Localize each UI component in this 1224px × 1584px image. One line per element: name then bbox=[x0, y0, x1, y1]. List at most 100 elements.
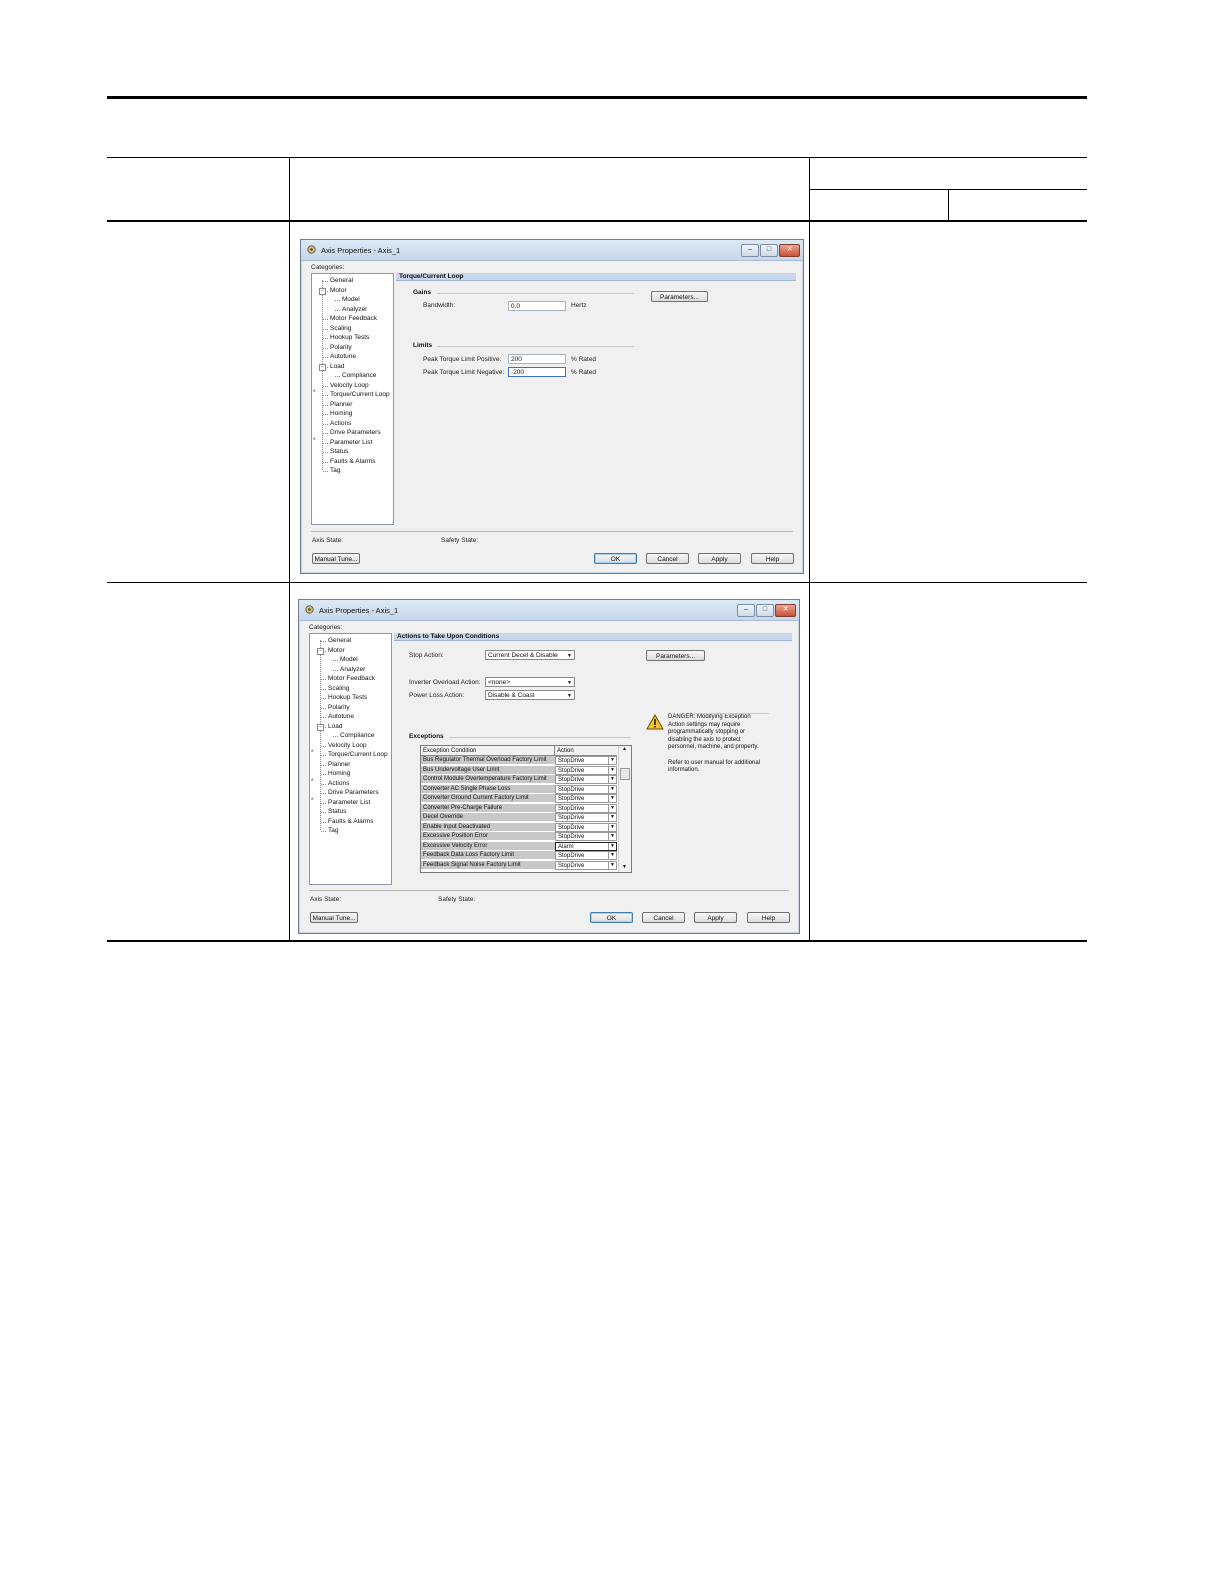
cancel-button[interactable]: Cancel bbox=[642, 912, 685, 923]
exception-action-select[interactable]: StopDrive ▼ bbox=[555, 775, 617, 784]
chevron-down-icon: ▼ bbox=[567, 653, 572, 659]
ok-button[interactable]: OK bbox=[590, 912, 633, 923]
categories-tree[interactable]: General − Motor Model Analyzer Motor Feedback… bbox=[311, 273, 394, 525]
apply-button[interactable]: Apply bbox=[694, 912, 737, 923]
exception-action-select[interactable]: StopDrive ▼ bbox=[555, 813, 617, 822]
tree-collapse-icon[interactable]: − bbox=[317, 723, 324, 731]
exceptions-table[interactable]: Exception Condition Action ▲ ▼ Bus Regul… bbox=[420, 745, 632, 873]
exception-action-value: StopDrive bbox=[558, 834, 585, 840]
tree-item[interactable]: Load bbox=[328, 723, 342, 730]
table-scrollbar[interactable]: ▲ ▼ bbox=[618, 746, 631, 872]
tree-item[interactable]: Polarity bbox=[330, 344, 352, 351]
manual-tune-button[interactable]: Manual Tune... bbox=[310, 912, 358, 923]
manual-tune-button[interactable]: Manual Tune... bbox=[312, 553, 360, 564]
tree-branch-line bbox=[323, 471, 328, 472]
exceptions-group-label: Exceptions bbox=[409, 733, 444, 740]
tree-item[interactable]: Status bbox=[328, 808, 346, 815]
tree-item[interactable]: Torque/Current Loop bbox=[328, 751, 388, 758]
tree-item[interactable]: Hookup Tests bbox=[330, 334, 369, 341]
tree-item[interactable]: Compliance bbox=[340, 732, 374, 739]
tree-item[interactable]: Motor Feedback bbox=[328, 675, 375, 682]
tree-item[interactable]: Autotune bbox=[328, 713, 354, 720]
tree-branch-line bbox=[321, 755, 326, 756]
stop-action-select[interactable]: Current Decel & Disable ▼ bbox=[485, 650, 575, 660]
maximize-button[interactable]: □ bbox=[756, 604, 774, 617]
parameters-button[interactable]: Parameters... bbox=[651, 291, 708, 302]
tree-item[interactable]: Motor Feedback bbox=[330, 315, 377, 322]
cancel-button[interactable]: Cancel bbox=[646, 553, 689, 564]
exception-action-select[interactable]: Alarm ▼ bbox=[555, 841, 617, 851]
tree-item[interactable]: Tag bbox=[330, 467, 340, 474]
tree-item[interactable]: Drive Parameters bbox=[328, 789, 379, 796]
tree-item[interactable]: Compliance bbox=[342, 372, 376, 379]
tree-item[interactable]: Homing bbox=[330, 410, 352, 417]
tree-item[interactable]: Velocity Loop bbox=[330, 382, 369, 389]
tree-item[interactable]: Planner bbox=[330, 401, 352, 408]
tree-item[interactable]: Planner bbox=[328, 761, 350, 768]
tree-collapse-icon[interactable]: − bbox=[317, 647, 324, 655]
tree-item[interactable]: Drive Parameters bbox=[330, 429, 381, 436]
exception-action-select[interactable]: StopDrive ▼ bbox=[555, 822, 617, 832]
categories-label: Categories: bbox=[309, 624, 343, 631]
exception-action-select[interactable]: StopDrive ▼ bbox=[555, 765, 617, 775]
tree-item[interactable]: Hookup Tests bbox=[328, 694, 367, 701]
peak-torque-positive-input[interactable]: 200 bbox=[508, 354, 566, 364]
tree-item[interactable]: Load bbox=[330, 363, 344, 370]
exception-action-select[interactable]: StopDrive ▼ bbox=[555, 803, 617, 813]
tree-item[interactable]: Analyzer bbox=[340, 666, 365, 673]
tree-item[interactable]: Tag bbox=[328, 827, 338, 834]
tree-item[interactable]: General bbox=[328, 637, 351, 644]
tree-item[interactable]: Scaling bbox=[330, 325, 351, 332]
tree-item[interactable]: Actions bbox=[330, 420, 351, 427]
tree-item[interactable]: Polarity bbox=[328, 704, 350, 711]
tree-item[interactable]: Analyzer bbox=[342, 306, 367, 313]
exception-action-select[interactable]: StopDrive ▼ bbox=[555, 851, 617, 860]
power-loss-select[interactable]: Disable & Coast ▼ bbox=[485, 690, 575, 700]
tree-collapse-icon[interactable]: − bbox=[319, 363, 326, 371]
section-title-bar: Actions to Take Upon Conditions bbox=[394, 633, 792, 641]
apply-button[interactable]: Apply bbox=[698, 553, 741, 564]
exception-action-select[interactable]: StopDrive ▼ bbox=[555, 860, 617, 870]
tree-item[interactable]: Homing bbox=[328, 770, 350, 777]
tree-item[interactable]: Motor bbox=[330, 287, 347, 294]
tree-item[interactable]: Status bbox=[330, 448, 348, 455]
help-button[interactable]: Help bbox=[751, 553, 794, 564]
tree-item[interactable]: Velocity Loop bbox=[328, 742, 367, 749]
tree-item[interactable]: Parameter List bbox=[330, 439, 372, 446]
exception-action-select[interactable]: StopDrive ▼ bbox=[555, 784, 617, 794]
scroll-down-icon[interactable]: ▼ bbox=[622, 864, 627, 870]
maximize-button[interactable]: □ bbox=[760, 244, 778, 257]
minimize-button[interactable]: – bbox=[737, 604, 755, 617]
tree-collapse-icon[interactable]: − bbox=[319, 287, 326, 295]
close-button[interactable]: ✕ bbox=[775, 604, 796, 617]
table-header-action: Action bbox=[555, 746, 617, 756]
exception-action-select[interactable]: StopDrive ▼ bbox=[555, 756, 617, 765]
bandwidth-input[interactable]: 0.0 bbox=[508, 301, 566, 311]
tree-item[interactable]: Model bbox=[342, 296, 360, 303]
chevron-down-icon: ▼ bbox=[608, 757, 616, 764]
inverter-overload-select[interactable]: <none> ▼ bbox=[485, 677, 575, 687]
peak-torque-negative-input[interactable]: -200 bbox=[508, 367, 566, 377]
tree-item[interactable]: Motor bbox=[328, 647, 345, 654]
tree-item[interactable]: Autotune bbox=[330, 353, 356, 360]
scroll-up-icon[interactable]: ▲ bbox=[622, 746, 627, 752]
ok-button[interactable]: OK bbox=[594, 553, 637, 564]
close-button[interactable]: ✕ bbox=[779, 244, 800, 257]
tree-item[interactable]: Model bbox=[340, 656, 358, 663]
help-button[interactable]: Help bbox=[747, 912, 790, 923]
tree-item[interactable]: Parameter List bbox=[328, 799, 370, 806]
exception-action-select[interactable]: StopDrive ▼ bbox=[555, 794, 617, 803]
tree-item[interactable]: General bbox=[330, 277, 353, 284]
tree-item[interactable]: Faults & Alarms bbox=[328, 818, 374, 825]
categories-tree[interactable]: General − Motor Model Analyzer Motor Feedback… bbox=[309, 633, 392, 885]
tree-item[interactable]: Actions bbox=[328, 780, 349, 787]
scroll-thumb[interactable] bbox=[620, 768, 630, 780]
tree-item[interactable]: Torque/Current Loop bbox=[330, 391, 390, 398]
parameters-button[interactable]: Parameters... bbox=[646, 650, 705, 661]
tree-branch-line bbox=[321, 793, 326, 794]
exception-action-select[interactable]: StopDrive ▼ bbox=[555, 832, 617, 841]
tree-branch-line bbox=[321, 774, 326, 775]
tree-item[interactable]: Faults & Alarms bbox=[330, 458, 376, 465]
minimize-button[interactable]: – bbox=[741, 244, 759, 257]
tree-item[interactable]: Scaling bbox=[328, 685, 349, 692]
